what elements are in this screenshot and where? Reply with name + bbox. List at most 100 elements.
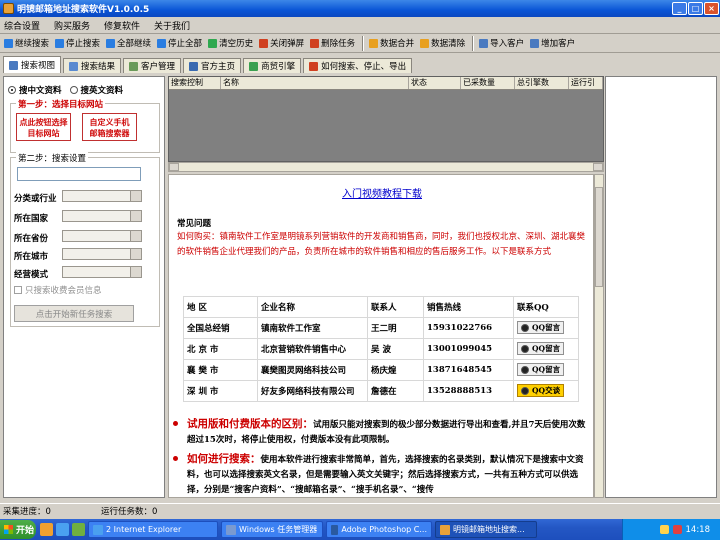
taskbar-photoshop[interactable]: Adobe Photoshop C... xyxy=(326,521,432,538)
add-customer-button[interactable]: 增加客户 xyxy=(528,35,578,52)
trial-vs-paid-heading: 试用版和付费版本的区别： xyxy=(187,418,313,430)
stop-search-button[interactable]: 停止搜索 xyxy=(53,35,103,52)
paid-members-checkbox[interactable]: 只搜索收费会员信息 xyxy=(14,284,102,296)
menu-settings[interactable]: 综合设置 xyxy=(4,19,40,32)
video-tutorial-link[interactable]: 入门视频教程下载 xyxy=(169,185,593,200)
col-engines[interactable]: 总引擎数 xyxy=(515,77,569,89)
faq-text: 如何购买：镇南软件工作室是明镜系列营销软件的开发商和销售商，同时，我们也授权北京… xyxy=(177,232,586,257)
maximize-button[interactable]: □ xyxy=(688,2,703,15)
cell-company: 好友多网络科技有限公司 xyxy=(257,380,368,402)
minimize-button[interactable]: _ xyxy=(672,2,687,15)
qq-chat-button[interactable]: QQ交谈 xyxy=(517,384,565,398)
scroll-thumb[interactable] xyxy=(595,187,603,287)
step2-label: 第二步：搜索设置 xyxy=(16,152,89,164)
tab-homepage[interactable]: 官方主页 xyxy=(183,58,242,73)
step1-label: 第一步：选择目标网站 xyxy=(16,98,106,110)
start-new-task-button[interactable]: 点击开始新任务搜索 xyxy=(14,305,134,322)
category-select[interactable] xyxy=(62,190,142,202)
tab-search-view[interactable]: 搜索视图 xyxy=(3,56,62,73)
close-button[interactable]: × xyxy=(704,2,719,15)
clear-data-button[interactable]: 数据清除 xyxy=(418,35,468,52)
qq-message-button[interactable]: QQ留言 xyxy=(517,342,565,356)
penguin-icon xyxy=(521,323,529,332)
close-popup-button[interactable]: 关闭弹屏 xyxy=(257,35,307,52)
toolbar-separator xyxy=(472,35,475,51)
tray-icon[interactable] xyxy=(659,525,669,534)
merge-data-button[interactable]: 数据合并 xyxy=(367,35,417,52)
quicklaunch-desktop-icon[interactable] xyxy=(72,523,85,536)
table-row: 襄 樊 市 襄樊图灵网络科技公司 杨庆煌 13871648545 QQ留言 xyxy=(183,359,579,381)
taskbar-ie-group[interactable]: 2 Internet Explorer xyxy=(88,521,218,538)
stop-icon xyxy=(55,38,65,48)
radio-dot xyxy=(69,86,78,94)
help-icon xyxy=(309,61,319,71)
import-icon xyxy=(479,38,489,48)
tab-customer-management[interactable]: 客户管理 xyxy=(123,58,182,73)
menu-repair[interactable]: 修复软件 xyxy=(104,19,140,32)
country-select[interactable] xyxy=(62,210,142,222)
search-icon xyxy=(9,60,18,70)
continue-search-button[interactable]: 继续搜索 xyxy=(2,35,52,52)
clear-history-button[interactable]: 清空历史 xyxy=(206,35,256,52)
qq-message-button[interactable]: QQ留言 xyxy=(517,321,565,335)
grid-horizontal-scrollbar[interactable] xyxy=(168,162,604,172)
scroll-right-icon[interactable] xyxy=(593,163,603,171)
col-status[interactable]: 状态 xyxy=(409,77,461,89)
toolbar-separator xyxy=(362,35,365,51)
cell-qq: QQ留言 xyxy=(513,359,579,381)
quicklaunch-ie-icon[interactable] xyxy=(56,523,69,536)
windows-taskbar: 开始 2 Internet Explorer Windows 任务管理器 Ado… xyxy=(0,519,720,540)
import-customer-button[interactable]: 导入客户 xyxy=(477,35,527,52)
app-window: 明镜邮箱地址搜索软件V1.0.0.5 _ □ × 综合设置 购买服务 修复软件 … xyxy=(0,0,720,540)
qq-message-button[interactable]: QQ留言 xyxy=(517,363,565,377)
stop-all-button[interactable]: 停止全部 xyxy=(155,35,205,52)
menu-purchase[interactable]: 购买服务 xyxy=(54,19,90,32)
city-select[interactable] xyxy=(62,248,142,260)
cell-region: 全国总经销 xyxy=(183,317,258,339)
how-to-search-heading: 如何进行搜索： xyxy=(187,453,261,465)
eraser-icon xyxy=(420,38,430,48)
col-running[interactable]: 运行引 xyxy=(569,77,603,89)
play-all-icon xyxy=(106,38,116,48)
table-row: 全国总经销 镇南软件工作室 王二明 15931022766 QQ留言 xyxy=(183,317,579,339)
grid-header: 搜索控制 名称 状态 已采数量 总引擎数 运行引 xyxy=(169,77,603,90)
system-tray: 14:18 xyxy=(622,519,720,540)
cell-company: 北京营销软件销售中心 xyxy=(257,338,368,360)
header-cell: 销售热线 xyxy=(423,296,514,318)
start-button[interactable]: 开始 xyxy=(0,520,36,539)
title-bar[interactable]: 明镜邮箱地址搜索软件V1.0.0.5 _ □ × xyxy=(0,0,720,17)
bullet-icon xyxy=(173,456,178,461)
quicklaunch-firefox-icon[interactable] xyxy=(40,523,53,536)
mode-label: 经营模式 xyxy=(14,270,49,280)
col-name[interactable]: 名称 xyxy=(221,77,409,89)
delete-task-button[interactable]: 删除任务 xyxy=(308,35,358,52)
cell-contact: 詹德在 xyxy=(367,380,424,402)
select-site-button[interactable]: 点此按钮选择 目标网站 xyxy=(16,113,71,141)
tab-trade-engine[interactable]: 商贸引擎 xyxy=(243,58,302,73)
tray-icon[interactable] xyxy=(672,525,682,534)
radio-english[interactable]: 搜英文资料 xyxy=(69,84,123,96)
continue-all-button[interactable]: 全部继续 xyxy=(104,35,154,52)
status-bar: 采集进度：0 运行任务数：0 xyxy=(0,503,720,517)
taskbar-task-manager[interactable]: Windows 任务管理器 xyxy=(221,521,323,538)
mode-select[interactable] xyxy=(62,266,142,278)
taskbar-email-search-app[interactable]: 明镜邮箱地址搜索... xyxy=(435,521,537,538)
cell-company: 襄樊图灵网络科技公司 xyxy=(257,359,368,381)
col-collected[interactable]: 已采数量 xyxy=(461,77,515,89)
play-icon xyxy=(4,38,13,48)
collection-progress: 采集进度：0 xyxy=(3,506,51,517)
checkbox-box xyxy=(14,286,22,294)
radio-dot xyxy=(8,86,16,94)
scroll-left-icon[interactable] xyxy=(169,163,179,171)
province-select[interactable] xyxy=(62,230,142,242)
penguin-icon xyxy=(521,365,529,374)
custom-phone-email-button[interactable]: 自定义手机 邮箱搜索器 xyxy=(82,113,137,141)
app-icon xyxy=(440,524,450,535)
tab-how-to[interactable]: 如何搜索、停止、导出 xyxy=(303,58,413,73)
content-vertical-scrollbar[interactable] xyxy=(594,174,604,498)
tab-search-results[interactable]: 搜索结果 xyxy=(63,58,122,73)
menu-about[interactable]: 关于我们 xyxy=(154,19,190,32)
col-search-control[interactable]: 搜索控制 xyxy=(169,77,221,89)
radio-chinese[interactable]: 搜中文资料 xyxy=(8,84,62,96)
keyword-input[interactable] xyxy=(17,167,141,181)
